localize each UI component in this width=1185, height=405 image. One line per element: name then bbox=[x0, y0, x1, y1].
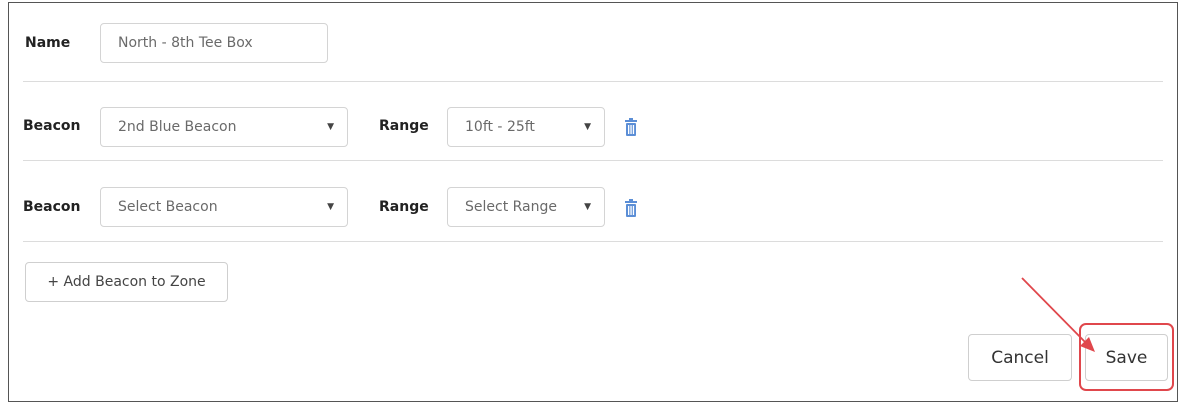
annotation-highlight bbox=[1079, 323, 1174, 391]
range-select-value: Select Range bbox=[465, 199, 558, 215]
beacon-select[interactable]: 2nd Blue Beacon ▼ bbox=[100, 107, 348, 147]
range-select[interactable]: 10ft - 25ft ▼ bbox=[447, 107, 605, 147]
beacon-select[interactable]: Select Beacon ▼ bbox=[100, 187, 348, 227]
name-input[interactable]: North - 8th Tee Box bbox=[100, 23, 328, 63]
name-input-value: North - 8th Tee Box bbox=[118, 35, 253, 51]
caret-down-icon: ▼ bbox=[584, 122, 591, 132]
beacon-select-value: Select Beacon bbox=[118, 199, 218, 215]
beacon-select-value: 2nd Blue Beacon bbox=[118, 119, 237, 135]
caret-down-icon: ▼ bbox=[327, 202, 334, 212]
cancel-button[interactable]: Cancel bbox=[968, 334, 1072, 381]
caret-down-icon: ▼ bbox=[327, 122, 334, 132]
caret-down-icon: ▼ bbox=[584, 202, 591, 212]
beacon-label: Beacon bbox=[23, 118, 81, 134]
range-label: Range bbox=[379, 118, 429, 134]
divider bbox=[23, 81, 1163, 82]
range-select[interactable]: Select Range ▼ bbox=[447, 187, 605, 227]
divider bbox=[23, 160, 1163, 161]
name-label: Name bbox=[25, 35, 71, 51]
beacon-label: Beacon bbox=[23, 199, 81, 215]
trash-icon[interactable] bbox=[624, 118, 638, 136]
add-beacon-button[interactable]: + Add Beacon to Zone bbox=[25, 262, 228, 302]
range-select-value: 10ft - 25ft bbox=[465, 119, 535, 135]
trash-icon[interactable] bbox=[624, 199, 638, 217]
range-label: Range bbox=[379, 199, 429, 215]
divider bbox=[23, 241, 1163, 242]
zone-form-panel: Name North - 8th Tee Box Beacon 2nd Blue… bbox=[8, 2, 1178, 402]
